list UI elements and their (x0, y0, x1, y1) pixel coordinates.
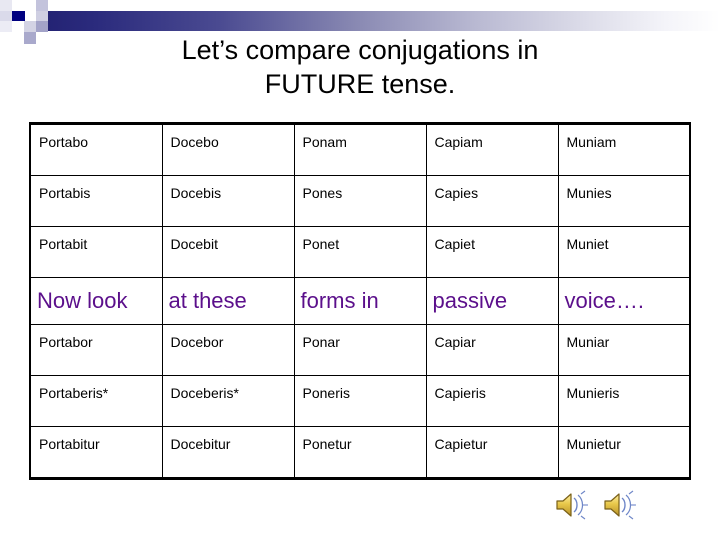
cell-text: Doceberis* (170, 385, 239, 401)
cell-text: Docebis (170, 185, 222, 201)
cell-text: Docebo (170, 134, 219, 150)
cell-text: Munies (566, 185, 612, 201)
header-square-4 (0, 11, 12, 21)
header-square-9 (24, 21, 36, 32)
table-cell: Portaberis* (29, 375, 163, 427)
cell-text: at these (168, 288, 247, 313)
table-cell: Capietur (425, 426, 559, 479)
header-square-6 (25, 11, 36, 21)
table-cell: Portabor (29, 324, 163, 376)
table-row: Portabis Docebis Pones Capies Munies (29, 175, 691, 227)
note-cell: voice…. (557, 277, 691, 325)
sound-icon-group (553, 487, 663, 527)
header-gradient-bar (42, 11, 720, 31)
cell-text: Ponet (302, 236, 340, 252)
table-cell: Portabit (29, 226, 163, 278)
note-cell: passive (425, 277, 559, 325)
cell-text: Docebit (170, 236, 218, 252)
table-cell: Poneris (293, 375, 427, 427)
cell-text: Capiet (434, 236, 475, 252)
cell-text: voice…. (564, 288, 644, 313)
table-cell: Portabitur (29, 426, 163, 479)
header-square-navy (12, 11, 25, 21)
cell-text: Muniet (566, 236, 609, 252)
header-square-11 (24, 32, 36, 44)
table-row: Portabor Docebor Ponar Capiar Muniar (29, 324, 691, 376)
table-cell: Docebo (161, 123, 295, 176)
header-square-1 (0, 0, 12, 11)
cell-text: Muniam (566, 134, 617, 150)
table-cell: Ponet (293, 226, 427, 278)
table-cell: Portabis (29, 175, 163, 227)
cell-text: Portabis (39, 185, 91, 201)
cell-text: Ponetur (302, 436, 352, 452)
note-cell: at these (161, 277, 295, 325)
sound-icon-2[interactable] (601, 487, 641, 523)
cell-text: Portabo (39, 134, 89, 150)
table-row: Portaberis* Doceberis* Poneris Capieris Muni… (29, 375, 691, 427)
header-square-10 (36, 21, 48, 32)
cell-text: Muniar (566, 334, 610, 350)
note-cell: forms in (293, 277, 427, 325)
cell-text: Capietur (434, 436, 488, 452)
table-row: Portabo Docebo Ponam Capiam Muniam (29, 123, 691, 176)
table-cell: Capiam (425, 123, 559, 176)
table-cell: Muniet (557, 226, 691, 278)
page-title: Let’s compare conjugations in FUTURE ten… (181, 35, 539, 99)
table-cell: Capies (425, 175, 559, 227)
header-square-12 (36, 32, 48, 44)
cell-text: Now look (37, 288, 128, 313)
cell-text: Capies (434, 185, 479, 201)
table-cell: Docebit (161, 226, 295, 278)
cell-text: Munietur (566, 436, 621, 452)
table-cell: Munies (557, 175, 691, 227)
table-cell: Munietur (557, 426, 691, 479)
table-cell: Capiar (425, 324, 559, 376)
header-square-2 (12, 0, 24, 11)
cell-text: passive (432, 288, 508, 313)
cell-text: Munieris (566, 385, 620, 401)
cell-text: Docebitur (170, 436, 231, 452)
table-cell: Muniar (557, 324, 691, 376)
cell-text: Ponar (302, 334, 340, 350)
table-cell: Capiet (425, 226, 559, 278)
table-cell: Ponetur (293, 426, 427, 479)
table-cell: Munieris (557, 375, 691, 427)
table-cell: Doceberis* (161, 375, 295, 427)
cell-text: Portabitur (39, 436, 100, 452)
conjugation-table: Portabo Docebo Ponam Capiam Muniam Portabis Do… (29, 122, 691, 480)
cell-text: Ponam (302, 134, 347, 150)
table-cell: Docebor (161, 324, 295, 376)
cell-text: Capieris (434, 385, 486, 401)
table-cell: Capieris (425, 375, 559, 427)
table-note-row: Now look at these forms in passive voice…. (29, 277, 691, 325)
cell-text: forms in (300, 288, 379, 313)
cell-text: Portabit (39, 236, 88, 252)
table-row: Portabitur Docebitur Ponetur Capietur Muniet… (29, 426, 691, 479)
table-body: Portabo Docebo Ponam Capiam Muniam Portabis Do… (29, 123, 691, 479)
cell-text: Capiam (434, 134, 483, 150)
cell-text: Poneris (302, 385, 350, 401)
cell-text: Portaberis* (39, 385, 109, 401)
table-cell: Docebis (161, 175, 295, 227)
table-cell: Docebitur (161, 426, 295, 479)
sound-icon-1[interactable] (553, 487, 593, 523)
table-cell: Portabo (29, 123, 163, 176)
cell-text: Capiar (434, 334, 476, 350)
cell-text: Pones (302, 185, 343, 201)
cell-text: Portabor (39, 334, 93, 350)
note-cell: Now look (29, 277, 163, 325)
table-cell: Ponar (293, 324, 427, 376)
header-square-3 (36, 0, 48, 11)
table-cell: Muniam (557, 123, 691, 176)
table-row: Portabit Docebit Ponet Capiet Muniet (29, 226, 691, 278)
header-square-8 (0, 21, 12, 32)
table-cell: Pones (293, 175, 427, 227)
table-cell: Ponam (293, 123, 427, 176)
cell-text: Docebor (170, 334, 224, 350)
header-square-7 (36, 11, 48, 21)
